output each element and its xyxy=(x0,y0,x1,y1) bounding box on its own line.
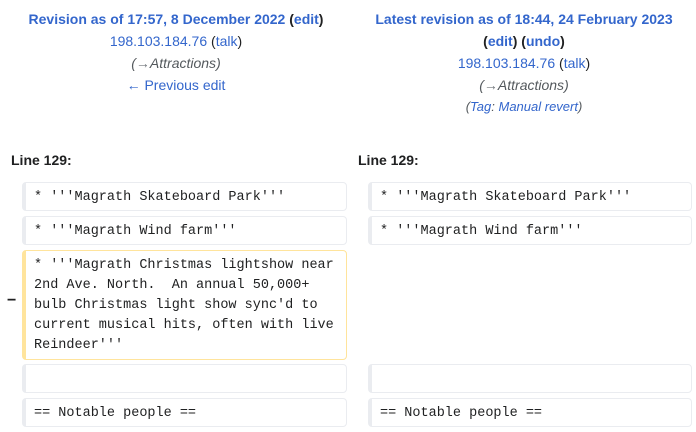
tag-line: (Tag: Manual revert) xyxy=(465,99,583,114)
new-revision-header: Latest revision as of 18:44, 24 February… xyxy=(352,8,696,118)
tag-value-link[interactable]: Manual revert xyxy=(498,99,577,114)
new-empty-context-line xyxy=(368,364,692,393)
old-context-line: == Notable people == xyxy=(22,398,347,427)
new-edit-link[interactable]: edit xyxy=(488,33,513,49)
old-section-arrow-link[interactable]: → xyxy=(136,55,150,71)
new-summary-section: Attractions xyxy=(497,77,565,93)
new-user-line: 198.103.184.76 (talk) xyxy=(457,55,591,71)
old-line-number: Line 129: xyxy=(11,152,72,168)
deleted-line: * '''Magrath Christmas lightshow near 2n… xyxy=(22,250,347,360)
new-context-line: == Notable people == xyxy=(368,398,692,427)
old-context-line: * '''Magrath Wind farm''' xyxy=(22,216,347,245)
new-actions-line: (edit) (undo) xyxy=(483,33,565,49)
old-revision-link[interactable]: Revision as of 17:57, 8 December 2022 xyxy=(29,11,286,27)
previous-edit-link[interactable]: ← Previous edit xyxy=(127,77,226,93)
deletion-marker: − xyxy=(7,292,17,309)
new-context-line: * '''Magrath Skateboard Park''' xyxy=(368,182,692,211)
old-empty-context-line xyxy=(22,364,347,393)
old-talk-link[interactable]: talk xyxy=(216,33,238,49)
old-revision-title-line: Revision as of 17:57, 8 December 2022 (e… xyxy=(28,11,324,27)
old-summary-section: Attractions xyxy=(149,55,217,71)
new-section-arrow-link[interactable]: → xyxy=(484,77,498,93)
new-revision-title-line: Latest revision as of 18:44, 24 February… xyxy=(352,8,696,30)
old-context-line: * '''Magrath Skateboard Park''' xyxy=(22,182,347,211)
new-talk-link[interactable]: talk xyxy=(564,55,586,71)
new-revision-link[interactable]: Latest revision as of 18:44, 24 February… xyxy=(375,11,672,27)
undo-link[interactable]: undo xyxy=(526,33,560,49)
new-line-number: Line 129: xyxy=(358,152,419,168)
old-edit-link[interactable]: edit xyxy=(294,11,319,27)
old-user-link[interactable]: 198.103.184.76 xyxy=(110,33,207,49)
old-edit-summary: (→Attractions) xyxy=(131,55,221,71)
old-user-line: 198.103.184.76 (talk) xyxy=(109,33,243,49)
new-edit-summary: (→Attractions) xyxy=(479,77,569,93)
new-user-link[interactable]: 198.103.184.76 xyxy=(458,55,555,71)
new-context-line: * '''Magrath Wind farm''' xyxy=(368,216,692,245)
old-revision-header: Revision as of 17:57, 8 December 2022 (e… xyxy=(0,8,352,96)
tag-label-link[interactable]: Tag xyxy=(470,99,491,114)
